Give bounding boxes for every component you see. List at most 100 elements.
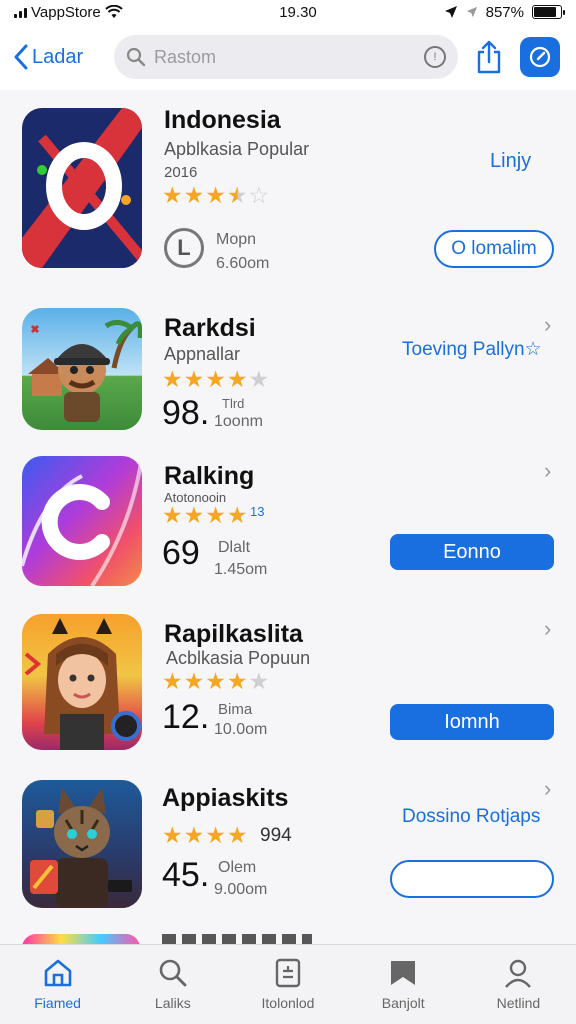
- star-icon: ★: [205, 182, 226, 208]
- star-icon: ★: [248, 668, 270, 694]
- list-item[interactable]: Ralking Atotonooin ★ ★ ★ ★ 13 69 Dlalt 1.45…: [0, 442, 576, 601]
- rank-number: 69: [162, 534, 200, 572]
- app-name[interactable]: Rapilkaslita: [164, 620, 303, 649]
- back-button[interactable]: Ladar: [14, 44, 114, 70]
- star-icon: ★: [162, 182, 183, 208]
- star-icon: ★: [205, 822, 226, 848]
- rank-number: 98.: [162, 394, 210, 432]
- meta-top: Tlrd: [222, 396, 245, 411]
- meta-bottom: 10.0om: [214, 721, 268, 738]
- star-icon: ★: [183, 366, 205, 392]
- search-input[interactable]: [154, 46, 416, 68]
- star-icon: ☆: [248, 182, 270, 208]
- rating-stars: ★ ★ ★ ★ ★: [162, 670, 269, 693]
- search-icon: [159, 959, 187, 987]
- app-subtitle: Apblkasia Popular: [164, 139, 310, 159]
- tab-profile[interactable]: Netlind: [461, 945, 576, 1024]
- star-icon: ★: [162, 502, 183, 528]
- get-button[interactable]: O lomalim: [434, 230, 554, 268]
- app-name[interactable]: Indonesia: [164, 106, 281, 135]
- app-icon: [22, 456, 142, 586]
- star-icon: ★: [226, 366, 248, 392]
- app-link[interactable]: Toeving Pallyn☆: [402, 338, 542, 361]
- star-icon: ★: [183, 182, 205, 208]
- star-icon: ★: [226, 182, 248, 208]
- get-button[interactable]: [390, 860, 554, 898]
- bookmark-icon: [391, 961, 416, 985]
- rating-stars: ★ ★ ★ ★: [162, 824, 248, 847]
- star-icon: ★: [226, 822, 248, 848]
- tab-search[interactable]: Laliks: [115, 945, 230, 1024]
- character-icon: [28, 320, 142, 422]
- list-item[interactable]: Rapilkaslita Acblkasia Popuun ★ ★ ★ ★ ★ 12. …: [0, 600, 576, 765]
- chevron-right-icon[interactable]: ›: [544, 458, 551, 484]
- tab-label: Netlind: [496, 995, 541, 1011]
- share-button[interactable]: [474, 37, 504, 77]
- star-icon: ★: [226, 502, 248, 528]
- tab-label: Banjolt: [381, 995, 425, 1011]
- signal-icon: [14, 6, 27, 18]
- list-item[interactable]: Indonesia Apblkasia Popular 2016 ★ ★ ★ ★ ☆ L…: [0, 92, 576, 295]
- size-label: Mopn: [216, 231, 257, 248]
- app-icon: [22, 308, 142, 430]
- star-icon: ★: [162, 366, 183, 392]
- star-icon: ★: [162, 668, 183, 694]
- app-icon: [22, 108, 142, 268]
- battery-icon: [532, 5, 565, 19]
- tab-label: Fiamed: [34, 995, 81, 1011]
- compass-icon: [529, 46, 551, 68]
- star-icon: ★: [183, 668, 205, 694]
- app-link[interactable]: Dossino Rotjaps: [402, 806, 540, 828]
- app-name[interactable]: Ralking: [164, 462, 254, 491]
- app-year: 2016: [164, 164, 198, 181]
- carrier-label: VappStore: [31, 3, 101, 21]
- get-button[interactable]: Iomnh: [390, 704, 554, 740]
- person-icon: [505, 959, 532, 988]
- star-icon: ★: [248, 366, 270, 392]
- search-icon: [126, 47, 146, 67]
- rank-number: 45.: [162, 856, 210, 894]
- star-icon: ★: [205, 668, 226, 694]
- chevron-right-icon[interactable]: ›: [544, 776, 551, 802]
- status-time: 19.30: [279, 3, 317, 21]
- app-action-link[interactable]: Linjy: [490, 150, 531, 173]
- app-subtitle: Appnallar: [164, 344, 241, 364]
- meta-bottom: 1.45om: [214, 561, 268, 578]
- nav-bar: Ladar !: [0, 24, 576, 90]
- star-icon: ★: [226, 668, 248, 694]
- rating-note: 13: [250, 504, 265, 519]
- compose-button[interactable]: [520, 37, 560, 77]
- wifi-icon: [105, 5, 123, 18]
- get-button[interactable]: Eonno: [390, 534, 554, 570]
- chevron-right-icon[interactable]: ›: [544, 312, 551, 338]
- search-bar[interactable]: !: [114, 35, 458, 79]
- list-item[interactable]: Appiaskits ★ ★ ★ ★ 994 45. Olem 9.00om Doss…: [0, 764, 576, 924]
- location-faded-icon: [466, 6, 477, 18]
- rating-stars: ★ ★ ★ ★ ☆: [162, 184, 269, 207]
- app-name[interactable]: Appiaskits: [162, 784, 288, 813]
- status-bar: VappStore 19.30 857%: [0, 0, 576, 24]
- chevron-right-icon[interactable]: ›: [544, 616, 551, 642]
- app-list: Indonesia Apblkasia Popular 2016 ★ ★ ★ ★ ☆ L…: [0, 92, 576, 924]
- home-icon: [44, 959, 71, 987]
- clear-search-icon[interactable]: !: [424, 46, 446, 68]
- status-right: 857%: [422, 4, 565, 21]
- app-icon: [22, 780, 142, 908]
- share-icon: [477, 40, 501, 74]
- list-item[interactable]: Rarkdsi Appnallar ★ ★ ★ ★ ★ 98. Tlrd 1oonm T…: [0, 292, 576, 443]
- character-icon: [24, 618, 141, 750]
- circle-logo-icon: [22, 108, 142, 268]
- star-icon: ★: [183, 822, 205, 848]
- tab-featured[interactable]: Fiamed: [0, 945, 115, 1024]
- tab-bar: Fiamed Laliks Itolonlod Banjolt Netlind: [0, 944, 576, 1024]
- tab-bookmarks[interactable]: Banjolt: [346, 945, 461, 1024]
- tab-label: Laliks: [154, 995, 191, 1011]
- cat-character-icon: [30, 788, 132, 908]
- status-left: VappStore: [14, 4, 214, 21]
- list-icon: [275, 958, 301, 988]
- tab-list[interactable]: Itolonlod: [230, 945, 345, 1024]
- app-name[interactable]: Rarkdsi: [164, 314, 256, 343]
- location-icon: [444, 6, 457, 18]
- meta-bottom: 9.00om: [214, 881, 268, 898]
- meta-top: Dlalt: [218, 539, 251, 556]
